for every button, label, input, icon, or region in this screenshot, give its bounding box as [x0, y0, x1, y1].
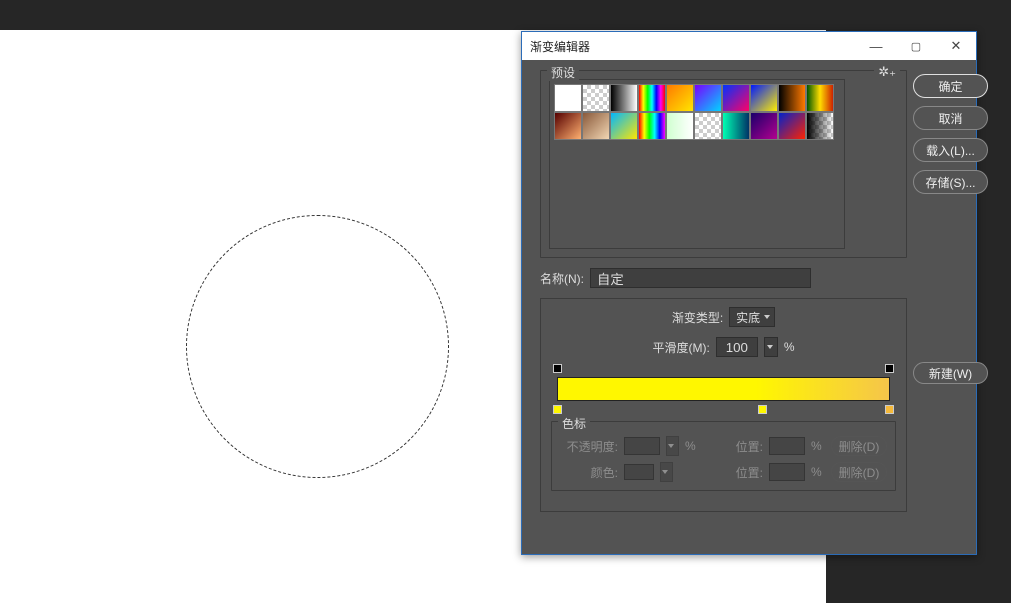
preset-swatch[interactable] — [750, 112, 778, 140]
load-button[interactable]: 载入(L)... — [913, 138, 988, 162]
color-stop[interactable] — [758, 405, 767, 416]
smooth-dropdown[interactable] — [764, 337, 778, 357]
preset-swatch[interactable] — [806, 84, 834, 112]
cancel-button[interactable]: 取消 — [913, 106, 988, 130]
ok-button[interactable]: 确定 — [913, 74, 988, 98]
gradient-editor-panel: 渐变类型: 实底 平滑度(M): % — [540, 298, 907, 512]
color-dropdown — [660, 462, 673, 482]
maximize-button[interactable] — [896, 32, 936, 60]
gradient-bar-area[interactable] — [551, 367, 896, 413]
marquee-selection-circle — [186, 215, 449, 478]
gear-icon[interactable]: ✲₊ — [874, 64, 900, 80]
type-select[interactable]: 实底 — [729, 307, 775, 327]
preset-swatch[interactable] — [806, 112, 834, 140]
opacity-label: 不透明度: — [560, 438, 618, 455]
gradient-editor-dialog: 渐变编辑器 预设 ✲₊ — [521, 31, 977, 555]
smooth-label: 平滑度(M): — [653, 339, 710, 356]
preset-swatch[interactable] — [638, 84, 666, 112]
opacity-dropdown — [666, 436, 679, 456]
delete-opacity-button: 删除(D) — [831, 436, 887, 456]
stops-group: 色标 不透明度: % 位置: % 删除(D) 颜色: — [551, 421, 896, 491]
pos-label: 位置: — [705, 438, 763, 455]
preset-swatch-area[interactable] — [549, 79, 845, 249]
color-pos-field — [769, 463, 805, 481]
preset-swatch[interactable] — [666, 84, 694, 112]
gradient-bar[interactable] — [557, 377, 890, 401]
preset-swatch[interactable] — [554, 112, 582, 140]
opacity-field — [624, 437, 660, 455]
close-button[interactable] — [936, 32, 976, 60]
opacity-stop[interactable] — [553, 364, 562, 375]
preset-swatch[interactable] — [722, 84, 750, 112]
minimize-button[interactable] — [856, 32, 896, 60]
pos-label: 位置: — [705, 464, 763, 481]
preset-swatch[interactable] — [638, 112, 666, 140]
preset-swatch[interactable] — [778, 84, 806, 112]
stops-label: 色标 — [558, 415, 590, 432]
preset-label: 预设 — [547, 64, 579, 81]
color-stop[interactable] — [885, 405, 894, 416]
smooth-input[interactable] — [716, 337, 758, 357]
opacity-pos-field — [769, 437, 805, 455]
preset-swatch[interactable] — [582, 84, 610, 112]
save-button[interactable]: 存储(S)... — [913, 170, 988, 194]
smooth-unit: % — [784, 340, 795, 354]
new-button[interactable]: 新建(W) — [913, 362, 988, 384]
color-swatch-button — [624, 464, 654, 480]
type-label: 渐变类型: — [672, 309, 723, 326]
name-label: 名称(N): — [540, 270, 584, 287]
delete-color-button: 删除(D) — [831, 462, 887, 482]
preset-swatch[interactable] — [722, 112, 750, 140]
pos-unit: % — [811, 439, 825, 453]
preset-swatch[interactable] — [694, 84, 722, 112]
preset-swatch[interactable] — [610, 84, 638, 112]
preset-swatch[interactable] — [694, 112, 722, 140]
name-input[interactable] — [590, 268, 811, 288]
preset-swatch[interactable] — [666, 112, 694, 140]
dialog-title: 渐变编辑器 — [530, 38, 856, 55]
titlebar[interactable]: 渐变编辑器 — [522, 32, 976, 60]
opacity-stop[interactable] — [885, 364, 894, 375]
pos-unit: % — [811, 465, 825, 479]
opacity-unit: % — [685, 439, 699, 453]
preset-swatch[interactable] — [610, 112, 638, 140]
preset-swatch[interactable] — [554, 84, 582, 112]
color-label: 颜色: — [560, 464, 618, 481]
preset-swatch[interactable] — [750, 84, 778, 112]
preset-swatch[interactable] — [778, 112, 806, 140]
preset-group: 预设 ✲₊ — [540, 70, 907, 258]
preset-swatch[interactable] — [582, 112, 610, 140]
